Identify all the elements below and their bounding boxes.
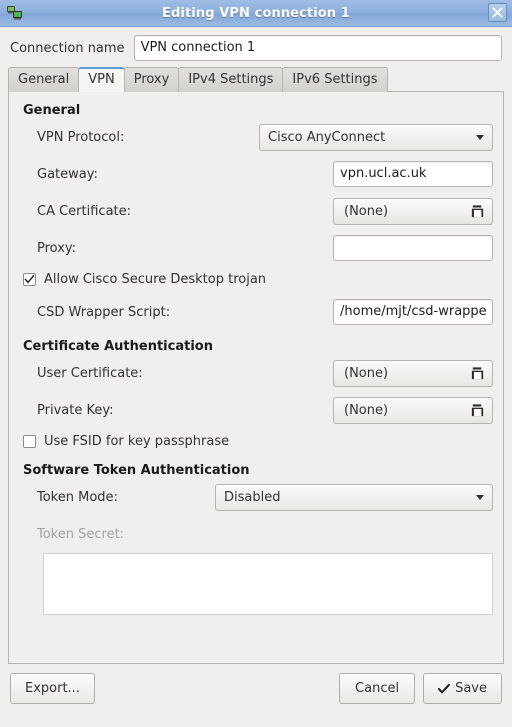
token-mode-combobox[interactable]: Disabled [215, 483, 493, 511]
use-fsid-checkbox[interactable] [23, 435, 36, 448]
vpn-protocol-row: VPN Protocol: Cisco AnyConnect [19, 123, 493, 151]
tab-vpn[interactable]: VPN [78, 67, 125, 92]
close-icon[interactable] [488, 3, 507, 22]
private-key-filechooser[interactable]: (None) [333, 396, 493, 424]
proxy-label: Proxy: [37, 240, 77, 256]
chevron-down-icon [476, 134, 484, 140]
save-button-label: Save [455, 681, 487, 696]
vpn-protocol-label: VPN Protocol: [37, 129, 125, 145]
vpn-protocol-value: Cisco AnyConnect [268, 129, 386, 145]
user-certificate-filechooser[interactable]: (None) [333, 359, 493, 387]
vpn-protocol-combobox[interactable]: Cisco AnyConnect [259, 123, 493, 151]
checkmark-icon [438, 683, 451, 695]
settings-notebook: General VPN Proxy IPv4 Settings IPv6 Set… [8, 67, 504, 664]
checkmark-icon [24, 274, 35, 284]
user-certificate-value: (None) [344, 365, 389, 381]
connection-name-label: Connection name [10, 40, 125, 56]
ca-certificate-value: (None) [344, 203, 389, 219]
gateway-input[interactable]: vpn.ucl.ac.uk [333, 161, 493, 187]
ca-certificate-filechooser[interactable]: (None) [333, 197, 493, 225]
cancel-button[interactable]: Cancel [339, 673, 416, 704]
network-vpn-icon [6, 4, 24, 22]
vpn-tab-page: General VPN Protocol: Cisco AnyConnect G… [8, 91, 504, 664]
token-section-title: Software Token Authentication [23, 463, 250, 478]
private-key-label: Private Key: [37, 402, 114, 418]
csd-wrapper-input[interactable]: /home/mjt/csd-wrappe [333, 299, 493, 325]
tab-general[interactable]: General [8, 67, 80, 92]
certificate-section-title: Certificate Authentication [23, 339, 213, 354]
tab-proxy[interactable]: Proxy [123, 67, 180, 92]
general-section-title: General [23, 103, 81, 118]
proxy-row: Proxy: [19, 235, 493, 261]
proxy-input[interactable] [333, 235, 493, 261]
token-mode-row: Token Mode: Disabled [19, 483, 493, 511]
csd-wrapper-label: CSD Wrapper Script: [37, 304, 171, 320]
dialog-action-bar: Export... Cancel Save [0, 664, 512, 704]
connection-name-row: Connection name VPN connection 1 [0, 27, 512, 67]
open-file-icon [470, 403, 485, 418]
save-button[interactable]: Save [423, 673, 502, 704]
use-fsid-row[interactable]: Use FSID for key passphrase [23, 434, 493, 449]
ca-certificate-label: CA Certificate: [37, 203, 132, 219]
open-file-icon [470, 204, 485, 219]
token-secret-textarea[interactable] [43, 553, 493, 615]
export-button[interactable]: Export... [10, 673, 95, 704]
token-secret-label: Token Secret: [37, 526, 125, 542]
allow-csd-row[interactable]: Allow Cisco Secure Desktop trojan [23, 272, 493, 287]
open-file-icon [470, 366, 485, 381]
user-certificate-row: User Certificate: (None) [19, 359, 493, 387]
use-fsid-label: Use FSID for key passphrase [44, 434, 230, 449]
window-title: Editing VPN connection 1 [162, 5, 350, 21]
tab-ipv6-settings[interactable]: IPv6 Settings [282, 67, 388, 92]
connection-name-input[interactable]: VPN connection 1 [133, 35, 502, 61]
window-titlebar: Editing VPN connection 1 [0, 0, 512, 27]
ca-certificate-row: CA Certificate: (None) [19, 197, 493, 225]
private-key-value: (None) [344, 402, 389, 418]
token-mode-value: Disabled [224, 489, 281, 505]
gateway-label: Gateway: [37, 166, 98, 182]
gateway-row: Gateway: vpn.ucl.ac.uk [19, 161, 493, 187]
tab-ipv4-settings[interactable]: IPv4 Settings [178, 67, 284, 92]
private-key-row: Private Key: (None) [19, 396, 493, 424]
chevron-down-icon [476, 494, 484, 500]
token-mode-label: Token Mode: [37, 489, 118, 505]
csd-wrapper-row: CSD Wrapper Script: /home/mjt/csd-wrappe [19, 299, 493, 325]
allow-csd-label: Allow Cisco Secure Desktop trojan [44, 272, 267, 287]
user-certificate-label: User Certificate: [37, 365, 143, 381]
token-secret-row: Token Secret: [19, 521, 493, 547]
allow-csd-checkbox[interactable] [23, 273, 36, 286]
tab-strip: General VPN Proxy IPv4 Settings IPv6 Set… [8, 67, 504, 92]
